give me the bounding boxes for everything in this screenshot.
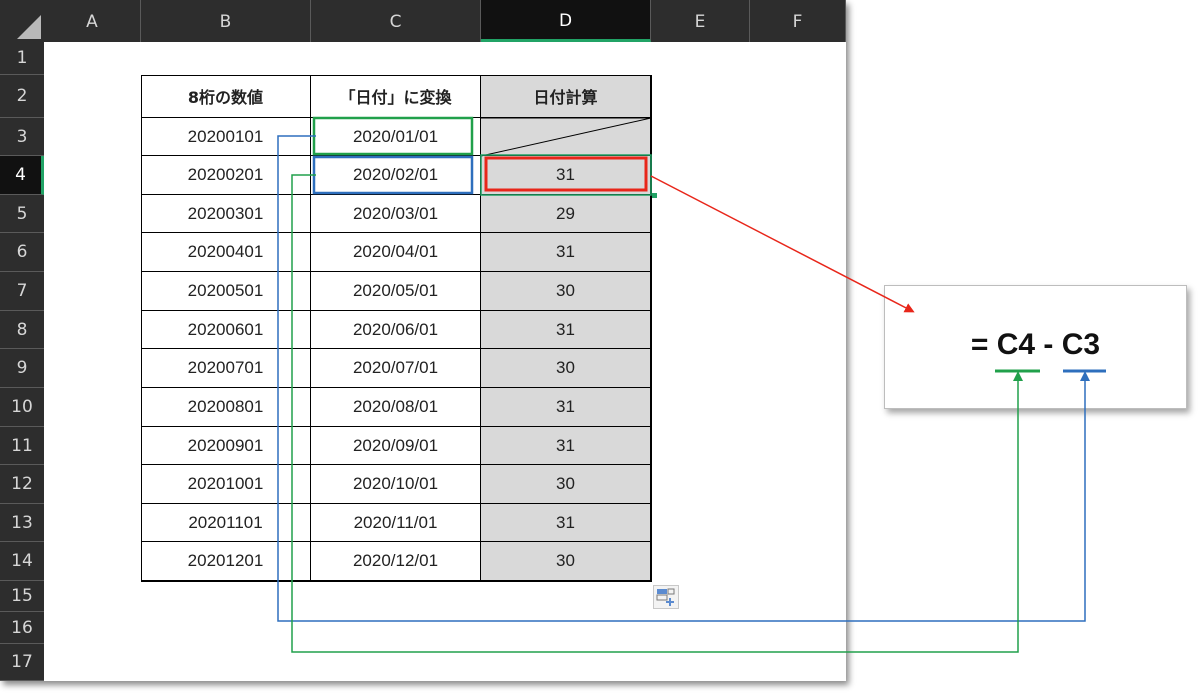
fill-handle[interactable]: [652, 193, 657, 198]
d4-red-highlight: [484, 156, 648, 192]
d3-diagonal-line: [480, 117, 652, 157]
c4-connector-line: [291, 174, 1023, 653]
c3-highlight-box: [312, 116, 474, 156]
result-arrow: [650, 175, 915, 313]
c4-highlight-box: [312, 155, 474, 195]
annotation-overlay: [277, 116, 1106, 653]
c3-connector-line: [277, 135, 1090, 622]
